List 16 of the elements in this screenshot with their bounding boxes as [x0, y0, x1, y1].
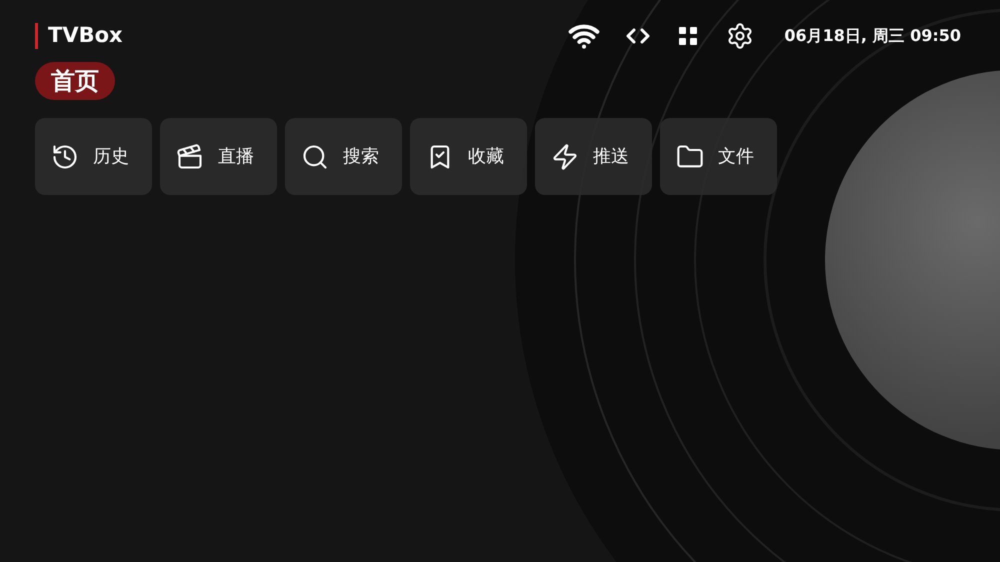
- settings-icon[interactable]: [726, 22, 754, 50]
- folder-icon: [676, 142, 704, 170]
- menu-tile[interactable]: 推送: [535, 118, 652, 195]
- date-time: 06月18日, 周三 09:50: [784, 25, 961, 47]
- menu-tile[interactable]: 文件: [660, 118, 777, 195]
- menu-tile[interactable]: 直播: [160, 118, 277, 195]
- menu-tile[interactable]: 收藏: [410, 118, 527, 195]
- accent-bar: [35, 23, 38, 49]
- clock-arrow-icon: [51, 142, 79, 170]
- clapperboard-icon: [176, 142, 204, 170]
- menu-tile[interactable]: 历史: [35, 118, 152, 195]
- menu-tile[interactable]: 搜索: [285, 118, 402, 195]
- app-title: TVBox: [48, 22, 123, 50]
- home-tab[interactable]: 首页: [35, 62, 115, 100]
- search-icon: [301, 142, 329, 170]
- lightning-icon: [551, 142, 579, 170]
